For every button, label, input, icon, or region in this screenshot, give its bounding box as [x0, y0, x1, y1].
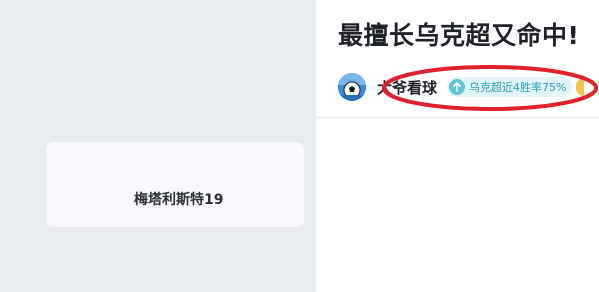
match-card-title: 梅塔利斯特19: [134, 192, 224, 208]
win-rate-text: 乌克超近4胜率75%: [469, 81, 567, 94]
screenshot-root: 最擅长乌克超又命中! 大爷看球 乌克超近4胜率75% 梅塔利斯特19: [0, 0, 599, 292]
medal-icon: [576, 78, 585, 96]
article-title: 最擅长乌克超又命中!: [338, 21, 580, 50]
author-name[interactable]: 大爷看球: [377, 77, 437, 98]
article-panel: 最擅长乌克超又命中! 大爷看球 乌克超近4胜率75%: [316, 0, 599, 292]
author-row: 大爷看球 乌克超近4胜率75%: [338, 71, 599, 103]
match-card[interactable]: [45, 141, 305, 228]
divider: [316, 117, 599, 118]
arrow-up-icon: [449, 79, 466, 95]
win-rate-badge: 乌克超近4胜率75%: [447, 77, 573, 97]
soccer-ball-avatar-icon: [338, 73, 366, 101]
author-avatar[interactable]: [338, 73, 366, 101]
